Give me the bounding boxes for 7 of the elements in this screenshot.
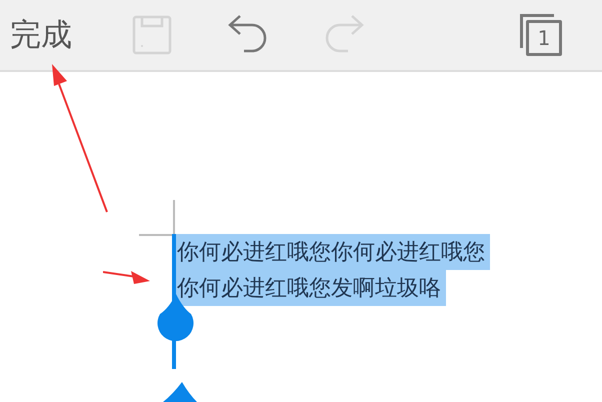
save-icon — [132, 15, 172, 55]
annotation-arrow — [103, 269, 151, 285]
undo-icon — [228, 15, 268, 55]
cursor-crosshair — [139, 200, 176, 236]
redo-icon — [324, 15, 364, 55]
undo-button[interactable] — [228, 15, 268, 55]
done-button[interactable]: 完成 — [10, 20, 72, 50]
